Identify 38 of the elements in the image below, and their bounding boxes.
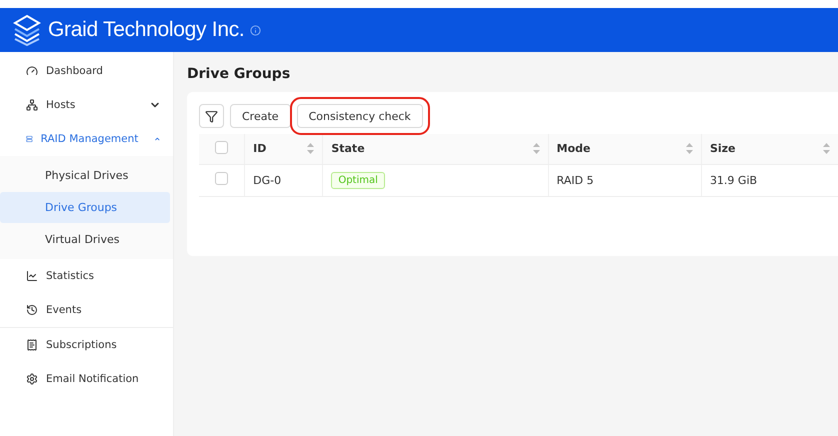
checkbox[interactable] <box>215 172 228 185</box>
sidebar-item[interactable]: Dashboard <box>0 54 173 88</box>
server-icon <box>26 133 33 145</box>
column-header: Mode <box>556 142 591 156</box>
gauge-icon <box>26 65 38 77</box>
chart-icon <box>26 270 38 282</box>
sort-icon[interactable] <box>307 143 314 154</box>
table-cell: DG-0 <box>244 164 323 196</box>
checkbox[interactable] <box>215 140 228 154</box>
filter-button[interactable] <box>199 104 224 128</box>
sidebar-item[interactable]: Statistics <box>0 259 173 293</box>
submenu-item[interactable]: Drive Groups <box>0 192 170 223</box>
sidebar-item[interactable]: Email Notification <box>0 362 173 396</box>
sort-icon[interactable] <box>823 143 830 154</box>
filter-icon <box>205 110 218 122</box>
settings-icon <box>26 373 38 385</box>
column-header: Size <box>710 142 736 156</box>
submenu-item[interactable]: Physical Drives <box>0 160 170 191</box>
sidebar-item[interactable]: RAID Management <box>0 122 173 156</box>
status-tag: Optimal <box>331 172 385 188</box>
table-cell: 31.9 GiB <box>701 164 838 196</box>
info-icon[interactable] <box>250 24 262 36</box>
logo-icon <box>12 14 42 46</box>
sidebar-item[interactable]: Hosts <box>0 88 173 122</box>
clock-icon <box>26 304 38 316</box>
table-cell: RAID 5 <box>548 164 702 196</box>
company-name: Graid Technology Inc. <box>48 18 244 42</box>
receipt-icon <box>26 339 38 351</box>
column-header: State <box>331 142 365 156</box>
column-header: ID <box>253 142 266 156</box>
submenu-item[interactable]: Virtual Drives <box>0 224 170 255</box>
network-icon <box>26 99 38 111</box>
sidebar-item[interactable]: Events <box>0 293 173 327</box>
sort-icon[interactable] <box>686 143 693 154</box>
sidebar-item[interactable]: Subscriptions <box>0 328 173 362</box>
page-title: Drive Groups <box>187 66 292 82</box>
toolbar-button[interactable]: Create <box>230 104 291 128</box>
sort-icon[interactable] <box>532 143 540 154</box>
